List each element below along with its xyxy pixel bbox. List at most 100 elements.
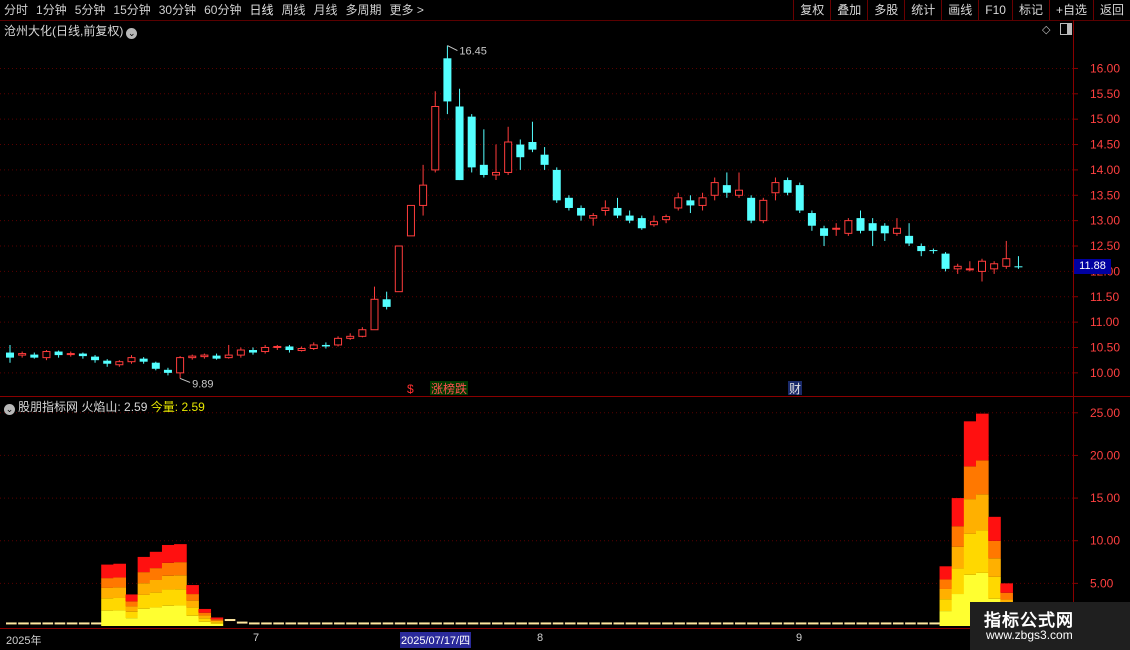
candle-body bbox=[868, 223, 877, 231]
ind-bar-flat bbox=[297, 622, 309, 625]
indicator-source: 股朋指标网 bbox=[18, 400, 79, 414]
candle-body bbox=[54, 351, 63, 356]
ind-bar-layer-2 bbox=[113, 587, 126, 598]
price-tick-label: 15.00 bbox=[1090, 112, 1120, 126]
ind-bar-layer-2 bbox=[976, 494, 989, 531]
candle-body bbox=[722, 185, 731, 193]
ind-bar-flat bbox=[759, 622, 770, 625]
ind-bar-layer-1 bbox=[137, 594, 151, 609]
candle-body bbox=[856, 218, 865, 231]
candle-body bbox=[261, 346, 270, 353]
ind-bar-layer-2 bbox=[198, 615, 212, 619]
candle-body bbox=[577, 207, 586, 216]
candle-body bbox=[78, 353, 87, 357]
ind-bar-flat bbox=[905, 622, 916, 625]
candle-body bbox=[844, 220, 853, 234]
ind-bar-flat bbox=[492, 622, 503, 625]
ind-bar-layer-1 bbox=[976, 530, 989, 573]
ind-bar-layer-1 bbox=[951, 568, 965, 595]
low-label: 9.89 bbox=[192, 378, 213, 390]
ind-bar-layer-3 bbox=[210, 619, 224, 621]
date-label-jul: 7 bbox=[253, 632, 260, 644]
ind-bar-flat bbox=[443, 622, 455, 625]
price-tick-label: 11.00 bbox=[1090, 315, 1119, 329]
ind-bar-layer-4 bbox=[113, 563, 126, 578]
ind-bar-layer-4 bbox=[210, 617, 224, 620]
price-tick-label: 12.50 bbox=[1090, 239, 1120, 253]
price-chart[interactable]: 16.00 15.50 15.00 14.50 14.00 13.50 13.00 12.50… bbox=[0, 0, 1130, 650]
ind-bar-layer-0 bbox=[137, 608, 151, 626]
ind-bar-layer-0 bbox=[174, 605, 187, 626]
ind-bar-flat bbox=[419, 622, 430, 625]
candle-body bbox=[807, 213, 816, 226]
ind-bar-flat bbox=[613, 622, 625, 625]
ind-bar-layer-2 bbox=[137, 583, 151, 595]
ind-bar-layer-3 bbox=[988, 540, 1001, 559]
candle-body bbox=[91, 356, 100, 361]
candle-body bbox=[1014, 266, 1023, 268]
ind-bar-flat bbox=[892, 622, 904, 625]
candle-body bbox=[297, 348, 306, 352]
ind-bar-flat bbox=[540, 622, 552, 625]
ind-bar-flat bbox=[528, 622, 540, 625]
candle-body bbox=[941, 253, 950, 269]
candle-body bbox=[151, 362, 160, 369]
ind-bar-flat bbox=[406, 622, 418, 625]
candle-body bbox=[358, 329, 367, 337]
candle-body bbox=[929, 250, 938, 252]
ind-bar-layer-2 bbox=[125, 606, 139, 612]
ind-bar-layer-4 bbox=[186, 585, 199, 595]
candle-body bbox=[6, 352, 14, 358]
ind-bar-flat bbox=[589, 622, 600, 625]
candle-body bbox=[795, 185, 804, 211]
ind-bar-layer-3 bbox=[149, 568, 163, 580]
ind-bar-flat bbox=[747, 622, 758, 625]
ind-bar-layer-0 bbox=[113, 610, 126, 626]
ind-bar-layer-1 bbox=[149, 592, 163, 608]
ind-bar-flat bbox=[479, 622, 491, 625]
price-tick-label: 15.50 bbox=[1090, 87, 1120, 101]
ind-bar-flat bbox=[455, 622, 467, 625]
ind-bar-layer-4 bbox=[198, 608, 212, 613]
indicator-val2: 2.59 bbox=[181, 400, 205, 414]
candle-body bbox=[892, 227, 901, 234]
price-tick-label: 10.50 bbox=[1090, 340, 1120, 354]
candle-body bbox=[431, 105, 440, 171]
ind-bar-layer-1 bbox=[174, 589, 187, 606]
ind-bar-flat bbox=[637, 622, 649, 625]
chevron-down-icon[interactable]: ⌄ bbox=[4, 404, 15, 415]
ind-bar-flat bbox=[856, 622, 868, 625]
ind-bar-flat bbox=[516, 622, 527, 625]
ind-bar-flat bbox=[662, 622, 673, 625]
ind-bar-layer-2 bbox=[963, 499, 977, 534]
ind-bar-flat bbox=[321, 622, 333, 625]
indicator-name2: 今量: bbox=[150, 400, 179, 414]
ind-bar-layer-4 bbox=[149, 551, 163, 569]
candle-body bbox=[613, 207, 622, 216]
candle-body bbox=[747, 197, 756, 221]
ind-bar-layer-4 bbox=[1000, 583, 1013, 593]
ind-bar-flat bbox=[698, 622, 710, 625]
ind-bar-layer-2 bbox=[161, 575, 175, 590]
ind-bar-flat bbox=[564, 622, 576, 625]
ind-bar-flat bbox=[832, 622, 843, 625]
ind-bar-layer-4 bbox=[137, 556, 151, 573]
ind-bar-layer-3 bbox=[1000, 592, 1013, 600]
ind-bar-layer-3 bbox=[951, 526, 965, 547]
ind-bar-layer-1 bbox=[939, 599, 953, 612]
candle-body bbox=[419, 184, 428, 206]
candle-body bbox=[649, 221, 658, 226]
ind-bar-layer-3 bbox=[963, 466, 977, 500]
ind-tick-label: 25.00 bbox=[1090, 406, 1120, 420]
ind-bar-layer-3 bbox=[976, 460, 989, 495]
candle-body bbox=[686, 200, 695, 206]
candle-body bbox=[637, 218, 646, 229]
ind-bar-layer-4 bbox=[988, 516, 1001, 541]
ind-bar-flat bbox=[771, 622, 783, 625]
ind-bar-flat bbox=[674, 622, 685, 625]
ind-bar-flat bbox=[722, 622, 734, 625]
candle-body bbox=[382, 299, 391, 307]
candle-body bbox=[42, 351, 51, 359]
event-marker-fin: 财 bbox=[789, 382, 801, 396]
ind-bar-flat bbox=[18, 622, 29, 625]
